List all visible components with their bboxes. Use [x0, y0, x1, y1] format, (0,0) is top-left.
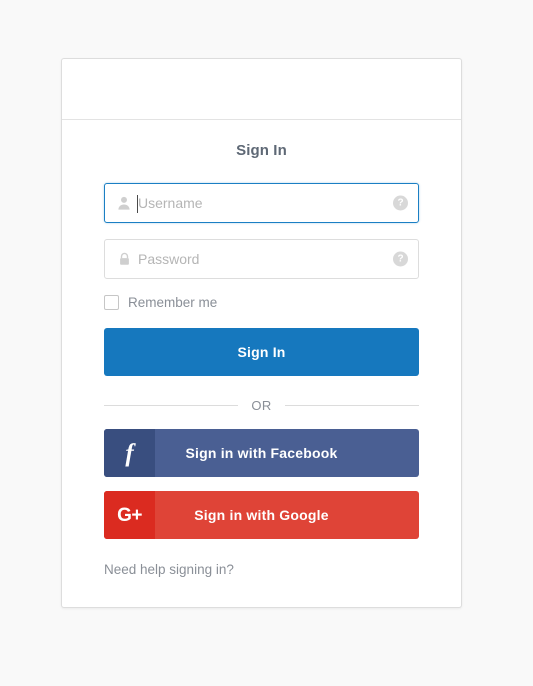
password-help-icon[interactable]: ? — [393, 251, 408, 267]
lock-icon — [116, 251, 132, 267]
password-field[interactable]: ? — [104, 239, 419, 279]
facebook-icon: f — [104, 429, 155, 477]
sign-in-button[interactable]: Sign In — [104, 328, 419, 376]
signin-card: Sign In ? — [61, 58, 462, 608]
card-body: Sign In ? — [62, 120, 461, 607]
divider-label: OR — [251, 398, 272, 413]
divider-line-left — [104, 405, 239, 406]
login-page: Sign In ? — [0, 0, 533, 686]
remember-me-label[interactable]: Remember me — [128, 295, 217, 310]
password-input[interactable] — [138, 240, 378, 278]
username-field[interactable]: ? — [104, 183, 419, 223]
username-help-icon[interactable]: ? — [393, 195, 408, 211]
google-button-label: Sign in with Google — [194, 507, 329, 523]
sign-in-with-google-button[interactable]: G+ Sign in with Google — [104, 491, 419, 539]
card-header-logo-area — [62, 59, 461, 120]
remember-me-checkbox[interactable] — [104, 295, 119, 310]
help-link-row: Need help signing in? — [104, 561, 419, 579]
username-input[interactable] — [138, 184, 378, 222]
person-icon — [116, 195, 132, 211]
need-help-signing-in-link[interactable]: Need help signing in? — [104, 562, 234, 577]
facebook-button-label: Sign in with Facebook — [185, 445, 338, 461]
page-title: Sign In — [236, 142, 287, 159]
remember-me-row[interactable]: Remember me — [104, 295, 419, 310]
google-plus-glyph: G+ — [117, 504, 142, 526]
or-divider: OR — [104, 398, 419, 413]
divider-line-right — [284, 405, 419, 406]
google-plus-icon: G+ — [104, 491, 155, 539]
sign-in-with-facebook-button[interactable]: f Sign in with Facebook — [104, 429, 419, 477]
